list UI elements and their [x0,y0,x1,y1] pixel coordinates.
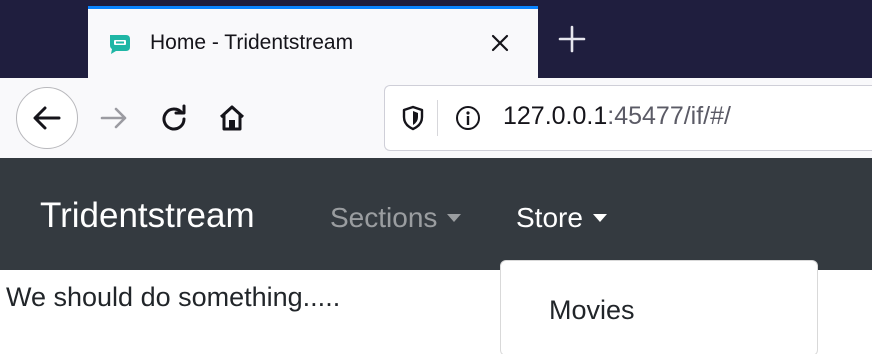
url-path: :45477/if/#/ [607,102,731,130]
close-icon [491,34,509,52]
app-navbar: Tridentstream Sections Store [0,158,872,270]
new-tab-button[interactable] [555,22,589,56]
url-separator [437,100,438,136]
browser-tab[interactable]: Home - Tridentstream [88,6,538,78]
tab-title: Home - Tridentstream [150,31,354,54]
caret-down-icon [447,213,462,222]
forward-arrow-icon [100,107,127,129]
nav-store-dropdown[interactable]: Store [516,202,607,234]
home-button[interactable] [214,100,250,136]
home-icon [219,105,245,131]
site-info-icon[interactable] [455,105,481,131]
brand-link[interactable]: Tridentstream [40,196,255,236]
reload-button[interactable] [156,100,192,136]
back-button[interactable] [16,87,78,149]
browser-tab-strip: Home - Tridentstream [0,0,872,78]
forward-button[interactable] [96,100,132,136]
nav-sections-dropdown[interactable]: Sections [330,202,462,234]
dropdown-item-movies[interactable]: Movies [501,287,817,333]
tridentstream-logo-icon [110,35,130,54]
url-text[interactable]: 127.0.0.1:45477/if/#/ [503,102,731,131]
tab-close-button[interactable] [486,29,514,57]
nav-sections-label: Sections [330,202,438,233]
reload-icon [162,104,186,131]
browser-toolbar: 127.0.0.1:45477/if/#/ [0,78,872,158]
tracking-protection-shield-icon[interactable] [401,105,425,131]
url-host: 127.0.0.1 [503,102,608,130]
page-message: We should do something..... [6,282,341,312]
nav-store-label: Store [516,202,583,233]
back-arrow-icon [33,106,61,130]
url-bar[interactable]: 127.0.0.1:45477/if/#/ [384,85,872,151]
caret-down-icon [592,213,607,222]
store-dropdown-menu: Movies [500,260,818,354]
plus-icon [558,25,586,53]
